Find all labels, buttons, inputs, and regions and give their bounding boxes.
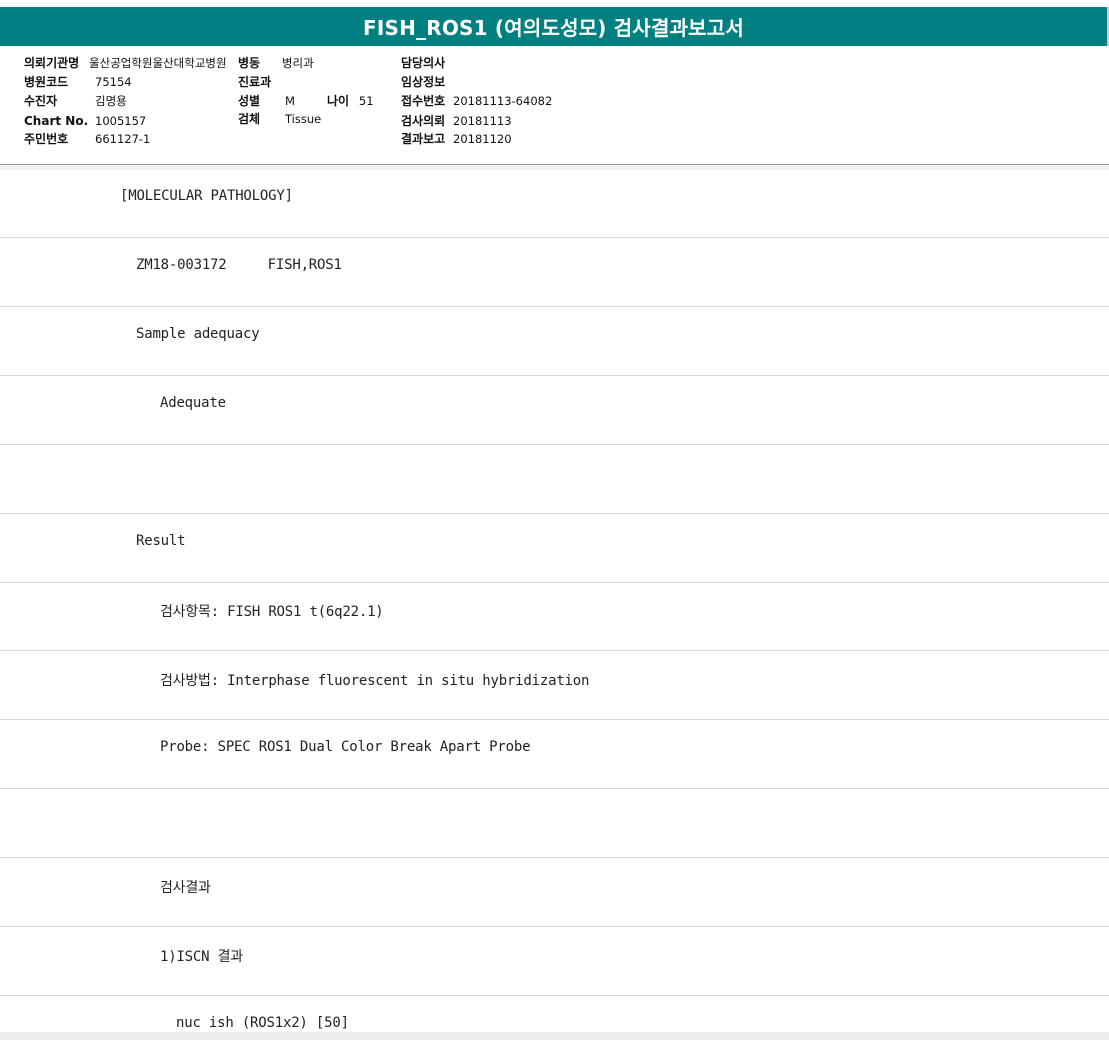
report-line: Sample adequacy: [0, 308, 1109, 376]
request-date-value: 20181113: [453, 114, 512, 128]
institution-field: 의뢰기관명 울산공업학원울산대학교병원: [24, 54, 227, 72]
age-value: 51: [358, 94, 374, 108]
sex-field: 성별 M: [238, 92, 295, 110]
report-line: [MOLECULAR PATHOLOGY]: [0, 170, 1109, 238]
report-line: nuc ish (ROS1x2) [50]: [0, 997, 1109, 1032]
hospital-code-value: 75154: [95, 75, 132, 89]
report-date-value: 20181120: [453, 132, 512, 146]
institution-value: 울산공업학원울산대학교병원: [89, 56, 227, 70]
institution-label: 의뢰기관명: [24, 56, 80, 70]
specimen-field: 검체 Tissue: [238, 110, 321, 128]
department-field: 진료과: [238, 73, 277, 91]
specimen-label: 검체: [238, 112, 261, 126]
report-title-bar: FISH_ROS1 (여의도성모) 검사결과보고서: [0, 7, 1109, 46]
doctor-label: 담당의사: [401, 56, 446, 70]
report-line-text: ZM18-003172 FISH,ROS1: [136, 257, 342, 273]
recipient-value: 김명용: [95, 94, 127, 108]
clinical-info-field: 임상정보: [401, 73, 451, 91]
hospital-code-field: 병원코드 75154: [24, 73, 132, 91]
request-date-field: 검사의뢰 20181113: [401, 112, 512, 130]
clinical-info-label: 임상정보: [401, 75, 446, 89]
report-line: Probe: SPEC ROS1 Dual Color Break Apart …: [0, 721, 1109, 789]
report-line-text: Result: [136, 533, 186, 549]
report-line-text: 검사항목: FISH ROS1 t(6q22.1): [160, 604, 384, 620]
report-line-text: Probe: SPEC ROS1 Dual Color Break Apart …: [160, 739, 531, 755]
report-line: 검사항목: FISH ROS1 t(6q22.1): [0, 583, 1109, 651]
request-date-label: 검사의뢰: [401, 114, 446, 128]
report-date-field: 결과보고 20181120: [401, 130, 512, 148]
age-label: 나이: [327, 94, 350, 108]
report-line: [0, 446, 1109, 514]
hospital-code-label: 병원코드: [24, 75, 69, 89]
report-line: Adequate: [0, 377, 1109, 445]
ward-field: 병동 병리과: [238, 54, 314, 72]
report-line-text: 검사결과: [160, 880, 211, 896]
report-line: [0, 790, 1109, 858]
recipient-label: 수진자: [24, 94, 58, 108]
report-line: Result: [0, 515, 1109, 583]
report-line: 검사결과: [0, 859, 1109, 927]
chart-no-value: 1005157: [95, 114, 147, 128]
report-line-text: 검사방법: Interphase fluorescent in situ hyb…: [160, 673, 590, 689]
id-no-value: 661127-1: [95, 132, 151, 146]
chart-no-field: Chart No. 1005157: [24, 112, 146, 130]
chart-no-label: Chart No.: [24, 114, 89, 128]
report-body[interactable]: [MOLECULAR PATHOLOGY] ZM18-003172 FISH,RO…: [0, 170, 1109, 1032]
sex-label: 성별: [238, 94, 261, 108]
report-title: FISH_ROS1 (여의도성모) 검사결과보고서: [363, 16, 744, 40]
report-line-text: 1)ISCN 결과: [160, 949, 243, 965]
report-line-text: Sample adequacy: [136, 326, 260, 342]
report-line: ZM18-003172 FISH,ROS1: [0, 239, 1109, 307]
receipt-no-value: 20181113-64082: [453, 94, 553, 108]
report-line: 검사방법: Interphase fluorescent in situ hyb…: [0, 652, 1109, 720]
ward-label: 병동: [238, 56, 261, 70]
specimen-value: Tissue: [285, 112, 322, 126]
report-date-label: 결과보고: [401, 132, 446, 146]
patient-info-panel: 의뢰기관명 울산공업학원울산대학교병원 병동 병리과 담당의사 병원코드 751…: [0, 46, 1109, 165]
sex-value: M: [285, 94, 295, 108]
recipient-field: 수진자 김명용: [24, 92, 127, 110]
report-line: 1)ISCN 결과: [0, 928, 1109, 996]
ward-value: 병리과: [281, 56, 314, 70]
report-line-text: nuc ish (ROS1x2) [50]: [176, 1015, 349, 1031]
age-field: 나이 51: [327, 92, 374, 110]
department-label: 진료과: [238, 75, 272, 89]
doctor-field: 담당의사: [401, 54, 451, 72]
receipt-no-field: 접수번호 20181113-64082: [401, 92, 552, 110]
report-line-text: Adequate: [160, 395, 226, 411]
report-line-text: [MOLECULAR PATHOLOGY]: [120, 188, 293, 204]
id-no-label: 주민번호: [24, 132, 69, 146]
page-top-strip: [0, 0, 1109, 7]
receipt-no-label: 접수번호: [401, 94, 446, 108]
horizontal-scrollbar[interactable]: [0, 1032, 1109, 1040]
id-no-field: 주민번호 661127-1: [24, 130, 150, 148]
